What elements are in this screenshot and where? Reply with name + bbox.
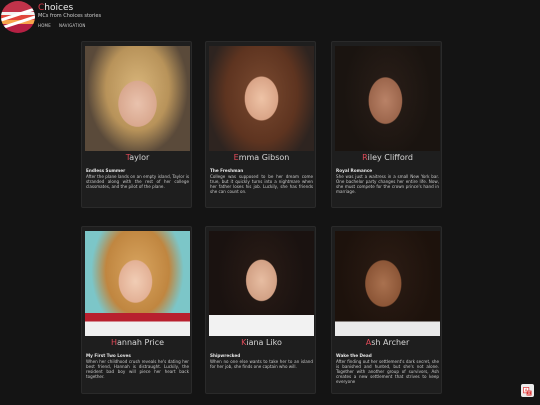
story-title: Royal Romance xyxy=(336,168,373,173)
site-title-rest: hoices xyxy=(44,3,74,13)
portrait-image xyxy=(335,46,440,151)
svg-text:文: 文 xyxy=(527,390,531,396)
character-card-taylor[interactable]: Taylor Endless Summer After the plane la… xyxy=(81,41,192,208)
character-card-hannah-price[interactable]: Hannah Price My First Two Loves When her… xyxy=(81,226,192,394)
character-name-rest: annah Price xyxy=(116,338,165,347)
nav-navigation[interactable]: NAVIGATION xyxy=(59,23,86,28)
character-name: Emma Gibson xyxy=(206,153,317,162)
character-name: Riley Clifford xyxy=(332,153,443,162)
character-name-rest: mma Gibson xyxy=(238,153,290,162)
nav-home[interactable]: HOME xyxy=(38,23,51,28)
site-logo[interactable] xyxy=(1,1,35,33)
character-name: Kiana Liko xyxy=(206,338,317,347)
site-subtitle: MCs from Choices stories xyxy=(38,13,102,19)
portrait-image xyxy=(335,231,440,336)
character-description: College was supposed to be her dream com… xyxy=(210,174,313,194)
translate-icon: A 文 xyxy=(523,381,532,400)
site-header: Choices MCs from Choices stories HOME NA… xyxy=(0,0,540,34)
character-card-emma-gibson[interactable]: Emma Gibson The Freshman College was sup… xyxy=(205,41,316,208)
portrait-image xyxy=(209,231,314,336)
character-name-rest: iley Clifford xyxy=(367,153,413,162)
story-title: My First Two Loves xyxy=(86,353,131,358)
portrait-image xyxy=(209,46,314,151)
character-name: Taylor xyxy=(82,153,193,162)
character-description: When her childhood crush reveals he's da… xyxy=(86,359,189,379)
story-title: Endless Summer xyxy=(86,168,126,173)
character-card-ash-archer[interactable]: Ash Archer Wake the Dead After finding o… xyxy=(331,226,442,394)
story-title: Wake the Dead xyxy=(336,353,372,358)
character-description: After the plane lands on an empty island… xyxy=(86,174,189,189)
portrait-image xyxy=(85,231,190,336)
story-title: The Freshman xyxy=(210,168,244,173)
character-card-kiana-liko[interactable]: Kiana Liko Shipwrecked When no one else … xyxy=(205,226,316,394)
character-name: Hannah Price xyxy=(82,338,193,347)
character-name-rest: iana Liko xyxy=(246,338,282,347)
character-description: After finding out her settlement's dark … xyxy=(336,359,439,384)
character-name: Ash Archer xyxy=(332,338,443,347)
character-name-rest: sh Archer xyxy=(371,338,410,347)
character-description: When no one else wants to take her to an… xyxy=(210,359,313,369)
character-description: She was just a waitress in a small New Y… xyxy=(336,174,439,194)
portrait-image xyxy=(85,46,190,151)
translate-button[interactable]: A 文 xyxy=(521,384,534,397)
character-card-riley-clifford[interactable]: Riley Clifford Royal Romance She was jus… xyxy=(331,41,442,208)
nav-bar: HOME NAVIGATION xyxy=(38,23,86,28)
character-name-rest: aylor xyxy=(129,153,150,162)
story-title: Shipwrecked xyxy=(210,353,241,358)
site-title[interactable]: Choices xyxy=(38,3,73,13)
